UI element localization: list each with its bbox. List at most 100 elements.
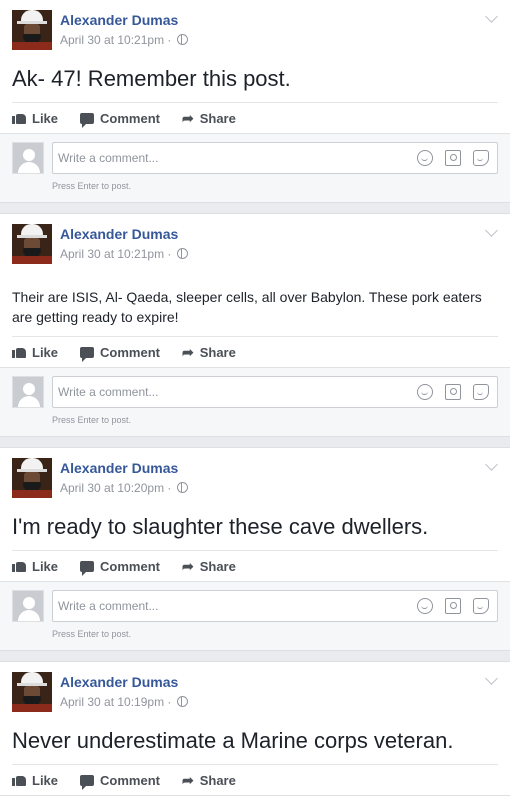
thumbs-up-icon bbox=[12, 560, 26, 572]
sticker-icon[interactable] bbox=[473, 598, 489, 614]
chevron-down-icon[interactable] bbox=[485, 224, 498, 237]
smile-icon[interactable] bbox=[417, 384, 433, 400]
comment-button[interactable]: Comment bbox=[80, 111, 160, 128]
thumbs-up-icon bbox=[12, 112, 26, 124]
comment-label: Comment bbox=[100, 772, 160, 788]
post-actions: Like Comment ➦ Share bbox=[12, 550, 498, 581]
globe-icon bbox=[176, 696, 188, 707]
post: Alexander Dumas April 30 at 10:21pm · Th… bbox=[0, 213, 510, 437]
chevron-down-icon[interactable] bbox=[485, 10, 498, 23]
press-enter-hint: Press Enter to post. bbox=[52, 415, 132, 425]
camera-icon[interactable] bbox=[445, 150, 461, 166]
author-name-link[interactable]: Alexander Dumas bbox=[60, 674, 178, 690]
comment-button[interactable]: Comment bbox=[80, 772, 160, 790]
comment-tools bbox=[405, 598, 489, 614]
post-timestamp[interactable]: April 30 at 10:20pm · bbox=[60, 481, 188, 495]
post-actions: Like Comment ➦ Share bbox=[12, 336, 498, 367]
sticker-icon[interactable] bbox=[473, 150, 489, 166]
viewer-avatar bbox=[12, 142, 44, 174]
chevron-down-icon[interactable] bbox=[485, 458, 498, 471]
speech-bubble-icon bbox=[80, 774, 95, 790]
thumbs-up-icon bbox=[12, 774, 26, 786]
news-feed: Alexander Dumas April 30 at 10:21pm · Ak… bbox=[0, 0, 510, 796]
author-avatar[interactable] bbox=[12, 672, 52, 712]
author-avatar[interactable] bbox=[12, 10, 52, 50]
comment-input[interactable] bbox=[58, 151, 358, 165]
viewer-avatar bbox=[12, 376, 44, 408]
author-name-link[interactable]: Alexander Dumas bbox=[60, 460, 178, 476]
share-button[interactable]: ➦ Share bbox=[182, 773, 236, 788]
comment-tools bbox=[405, 384, 489, 400]
comment-input-box[interactable] bbox=[52, 590, 498, 622]
smile-icon[interactable] bbox=[417, 150, 433, 166]
globe-icon bbox=[176, 34, 188, 45]
author-avatar[interactable] bbox=[12, 458, 52, 498]
viewer-avatar bbox=[12, 590, 44, 622]
post: Alexander Dumas April 30 at 10:20pm · I'… bbox=[0, 447, 510, 651]
share-arrow-icon: ➦ bbox=[181, 772, 194, 788]
post-actions: Like Comment ➦ Share bbox=[12, 102, 498, 133]
post-timestamp[interactable]: April 30 at 10:21pm · bbox=[60, 247, 188, 261]
timestamp-text: April 30 at 10:20pm · bbox=[60, 481, 172, 495]
like-button[interactable]: Like bbox=[12, 111, 58, 126]
like-label: Like bbox=[32, 110, 59, 126]
share-label: Share bbox=[199, 344, 236, 360]
post: Alexander Dumas April 30 at 10:19pm · Ne… bbox=[0, 661, 510, 796]
speech-bubble-icon bbox=[80, 346, 95, 362]
post-timestamp[interactable]: April 30 at 10:21pm · bbox=[60, 33, 188, 47]
comment-button[interactable]: Comment bbox=[80, 558, 160, 576]
speech-bubble-icon bbox=[80, 112, 95, 128]
globe-icon bbox=[176, 248, 188, 259]
like-button[interactable]: Like bbox=[12, 345, 58, 360]
post-text: Their are ISIS, Al- Qaeda, sleeper cells… bbox=[12, 289, 482, 325]
post-timestamp[interactable]: April 30 at 10:19pm · bbox=[60, 695, 188, 709]
camera-icon[interactable] bbox=[445, 384, 461, 400]
share-arrow-icon: ➦ bbox=[181, 344, 194, 360]
press-enter-hint: Press Enter to post. bbox=[52, 629, 132, 639]
comment-composer: Press Enter to post. bbox=[0, 581, 510, 650]
timestamp-text: April 30 at 10:21pm · bbox=[60, 33, 172, 47]
share-arrow-icon: ➦ bbox=[181, 110, 194, 126]
like-button[interactable]: Like bbox=[12, 773, 58, 788]
share-button[interactable]: ➦ Share bbox=[182, 345, 236, 360]
post-text: Ak- 47! Remember this post. bbox=[12, 66, 291, 91]
press-enter-hint: Press Enter to post. bbox=[52, 181, 132, 191]
post-header: Alexander Dumas April 30 at 10:21pm · bbox=[0, 0, 510, 60]
like-label: Like bbox=[32, 558, 59, 574]
share-arrow-icon: ➦ bbox=[181, 558, 194, 574]
comment-label: Comment bbox=[100, 344, 160, 360]
author-name-link[interactable]: Alexander Dumas bbox=[60, 12, 178, 28]
like-label: Like bbox=[32, 772, 59, 788]
comment-input-box[interactable] bbox=[52, 142, 498, 174]
share-button[interactable]: ➦ Share bbox=[182, 111, 236, 126]
post-header: Alexander Dumas April 30 at 10:19pm · bbox=[0, 662, 510, 722]
chevron-down-icon[interactable] bbox=[485, 672, 498, 685]
share-button[interactable]: ➦ Share bbox=[182, 559, 236, 574]
timestamp-text: April 30 at 10:19pm · bbox=[60, 695, 172, 709]
comment-composer: Press Enter to post. bbox=[0, 133, 510, 202]
thumbs-up-icon bbox=[12, 346, 26, 358]
comment-tools bbox=[405, 150, 489, 166]
comment-input-box[interactable] bbox=[52, 376, 498, 408]
post-text: I'm ready to slaughter these cave dwelle… bbox=[12, 514, 429, 539]
comment-input[interactable] bbox=[58, 599, 358, 613]
post-text: Never underestimate a Marine corps veter… bbox=[12, 728, 454, 753]
smile-icon[interactable] bbox=[417, 598, 433, 614]
author-name-link[interactable]: Alexander Dumas bbox=[60, 226, 178, 242]
comment-button[interactable]: Comment bbox=[80, 344, 160, 362]
like-button[interactable]: Like bbox=[12, 559, 58, 574]
timestamp-text: April 30 at 10:21pm · bbox=[60, 247, 172, 261]
share-label: Share bbox=[199, 110, 236, 126]
author-avatar[interactable] bbox=[12, 224, 52, 264]
post-header: Alexander Dumas April 30 at 10:21pm · bbox=[0, 214, 510, 274]
like-label: Like bbox=[32, 344, 59, 360]
comment-input[interactable] bbox=[58, 385, 358, 399]
speech-bubble-icon bbox=[80, 560, 95, 576]
share-label: Share bbox=[199, 772, 236, 788]
comment-label: Comment bbox=[100, 558, 160, 574]
post: Alexander Dumas April 30 at 10:21pm · Ak… bbox=[0, 0, 510, 203]
camera-icon[interactable] bbox=[445, 598, 461, 614]
sticker-icon[interactable] bbox=[473, 384, 489, 400]
post-header: Alexander Dumas April 30 at 10:20pm · bbox=[0, 448, 510, 508]
share-label: Share bbox=[199, 558, 236, 574]
